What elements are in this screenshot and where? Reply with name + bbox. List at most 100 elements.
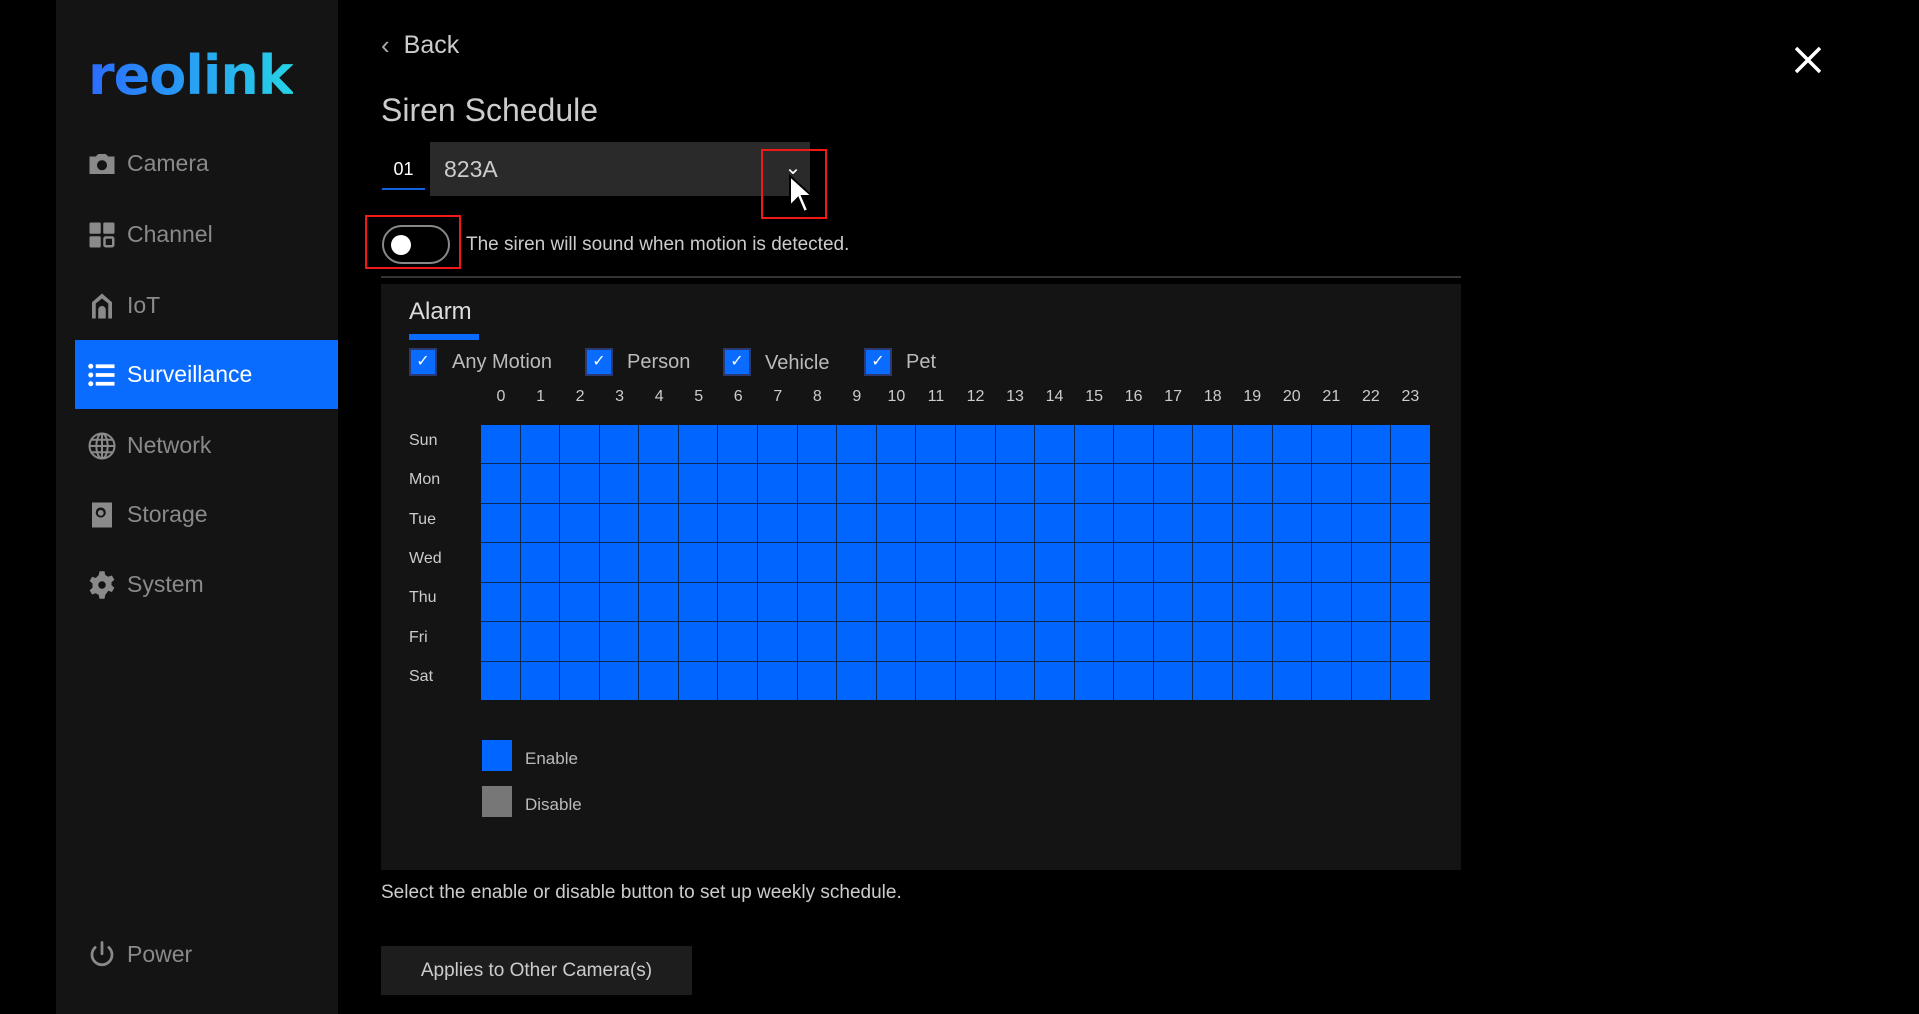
- schedule-cell-wed-5[interactable]: [678, 543, 718, 582]
- schedule-cell-tue-15[interactable]: [1074, 503, 1114, 543]
- sidebar-item-surveillance[interactable]: Surveillance: [75, 340, 338, 409]
- schedule-cell-sat-4[interactable]: [639, 661, 678, 700]
- schedule-cell-tue-10[interactable]: [876, 503, 916, 543]
- schedule-cell-thu-18[interactable]: [1193, 582, 1233, 622]
- schedule-cell-tue-18[interactable]: [1193, 503, 1233, 543]
- schedule-cell-sun-7[interactable]: [758, 425, 797, 464]
- schedule-cell-thu-19[interactable]: [1233, 582, 1272, 622]
- schedule-cell-fri-7[interactable]: [758, 622, 797, 661]
- schedule-cell-tue-20[interactable]: [1272, 503, 1312, 543]
- schedule-cell-sat-14[interactable]: [1035, 661, 1074, 700]
- schedule-cell-wed-16[interactable]: [1114, 543, 1153, 582]
- schedule-cell-sun-14[interactable]: [1035, 425, 1074, 464]
- schedule-cell-mon-13[interactable]: [995, 464, 1035, 503]
- schedule-cell-fri-9[interactable]: [837, 622, 876, 661]
- schedule-cell-sun-11[interactable]: [916, 425, 955, 464]
- schedule-cell-sun-1[interactable]: [520, 425, 560, 464]
- schedule-cell-sat-19[interactable]: [1233, 661, 1272, 700]
- schedule-cell-wed-4[interactable]: [639, 543, 678, 582]
- schedule-cell-sat-3[interactable]: [599, 661, 639, 700]
- schedule-cell-wed-15[interactable]: [1074, 543, 1114, 582]
- schedule-cell-thu-7[interactable]: [758, 582, 797, 622]
- schedule-cell-wed-19[interactable]: [1233, 543, 1272, 582]
- schedule-cell-wed-7[interactable]: [758, 543, 797, 582]
- schedule-cell-sun-17[interactable]: [1153, 425, 1193, 464]
- schedule-cell-mon-15[interactable]: [1074, 464, 1114, 503]
- schedule-cell-thu-1[interactable]: [520, 582, 560, 622]
- schedule-cell-wed-20[interactable]: [1272, 543, 1312, 582]
- schedule-cell-tue-19[interactable]: [1233, 503, 1272, 543]
- person-checkbox[interactable]: ✓: [585, 348, 613, 376]
- schedule-cell-sun-8[interactable]: [797, 425, 837, 464]
- schedule-cell-thu-20[interactable]: [1272, 582, 1312, 622]
- sidebar-item-iot[interactable]: IoT: [75, 271, 338, 340]
- schedule-cell-tue-7[interactable]: [758, 503, 797, 543]
- schedule-cell-sun-20[interactable]: [1272, 425, 1312, 464]
- sidebar-item-network[interactable]: Network: [75, 411, 338, 480]
- schedule-cell-sat-1[interactable]: [520, 661, 560, 700]
- schedule-cell-thu-8[interactable]: [797, 582, 837, 622]
- sidebar-item-system[interactable]: System: [75, 550, 338, 619]
- any-motion-checkbox[interactable]: ✓: [409, 348, 437, 376]
- schedule-cell-fri-17[interactable]: [1153, 622, 1193, 661]
- sidebar-item-storage[interactable]: Storage: [75, 480, 338, 549]
- schedule-cell-fri-14[interactable]: [1035, 622, 1074, 661]
- schedule-cell-mon-14[interactable]: [1035, 464, 1074, 503]
- schedule-cell-mon-20[interactable]: [1272, 464, 1312, 503]
- schedule-cell-fri-20[interactable]: [1272, 622, 1312, 661]
- schedule-cell-mon-1[interactable]: [520, 464, 560, 503]
- sidebar-item-camera[interactable]: Camera: [75, 129, 338, 198]
- schedule-cell-sat-8[interactable]: [797, 661, 837, 700]
- schedule-cell-wed-17[interactable]: [1153, 543, 1193, 582]
- schedule-cell-sun-5[interactable]: [678, 425, 718, 464]
- schedule-cell-sat-18[interactable]: [1193, 661, 1233, 700]
- schedule-cell-tue-16[interactable]: [1114, 503, 1153, 543]
- back-button[interactable]: ‹ Back: [381, 30, 459, 61]
- schedule-cell-mon-6[interactable]: [718, 464, 758, 503]
- schedule-cell-fri-6[interactable]: [718, 622, 758, 661]
- schedule-cell-thu-12[interactable]: [955, 582, 995, 622]
- schedule-cell-sat-22[interactable]: [1351, 661, 1391, 700]
- schedule-cell-sat-20[interactable]: [1272, 661, 1312, 700]
- schedule-cell-fri-2[interactable]: [560, 622, 599, 661]
- schedule-cell-thu-22[interactable]: [1351, 582, 1391, 622]
- schedule-cell-mon-12[interactable]: [955, 464, 995, 503]
- schedule-cell-thu-5[interactable]: [678, 582, 718, 622]
- schedule-cell-tue-2[interactable]: [560, 503, 599, 543]
- schedule-cell-fri-1[interactable]: [520, 622, 560, 661]
- schedule-cell-tue-11[interactable]: [916, 503, 955, 543]
- schedule-cell-sun-19[interactable]: [1233, 425, 1272, 464]
- schedule-cell-mon-7[interactable]: [758, 464, 797, 503]
- schedule-cell-fri-13[interactable]: [995, 622, 1035, 661]
- schedule-cell-mon-23[interactable]: [1391, 464, 1430, 503]
- siren-toggle[interactable]: [382, 225, 450, 264]
- schedule-cell-thu-6[interactable]: [718, 582, 758, 622]
- schedule-cell-sat-21[interactable]: [1312, 661, 1351, 700]
- schedule-cell-mon-0[interactable]: [481, 464, 520, 503]
- schedule-cell-thu-11[interactable]: [916, 582, 955, 622]
- schedule-cell-wed-21[interactable]: [1312, 543, 1351, 582]
- schedule-cell-mon-8[interactable]: [797, 464, 837, 503]
- schedule-cell-thu-16[interactable]: [1114, 582, 1153, 622]
- schedule-cell-thu-2[interactable]: [560, 582, 599, 622]
- schedule-cell-tue-21[interactable]: [1312, 503, 1351, 543]
- schedule-cell-wed-14[interactable]: [1035, 543, 1074, 582]
- schedule-cell-tue-13[interactable]: [995, 503, 1035, 543]
- schedule-cell-fri-23[interactable]: [1391, 622, 1430, 661]
- schedule-cell-thu-10[interactable]: [876, 582, 916, 622]
- schedule-cell-thu-13[interactable]: [995, 582, 1035, 622]
- schedule-cell-fri-3[interactable]: [599, 622, 639, 661]
- schedule-cell-sat-11[interactable]: [916, 661, 955, 700]
- schedule-cell-wed-6[interactable]: [718, 543, 758, 582]
- schedule-cell-fri-8[interactable]: [797, 622, 837, 661]
- schedule-cell-sun-3[interactable]: [599, 425, 639, 464]
- schedule-cell-fri-15[interactable]: [1074, 622, 1114, 661]
- schedule-cell-mon-21[interactable]: [1312, 464, 1351, 503]
- enable-swatch[interactable]: [482, 740, 512, 771]
- schedule-cell-tue-0[interactable]: [481, 503, 520, 543]
- apply-to-other-cameras-button[interactable]: Applies to Other Camera(s): [381, 946, 692, 995]
- schedule-cell-fri-5[interactable]: [678, 622, 718, 661]
- schedule-cell-wed-2[interactable]: [560, 543, 599, 582]
- schedule-cell-tue-22[interactable]: [1351, 503, 1391, 543]
- schedule-cell-wed-12[interactable]: [955, 543, 995, 582]
